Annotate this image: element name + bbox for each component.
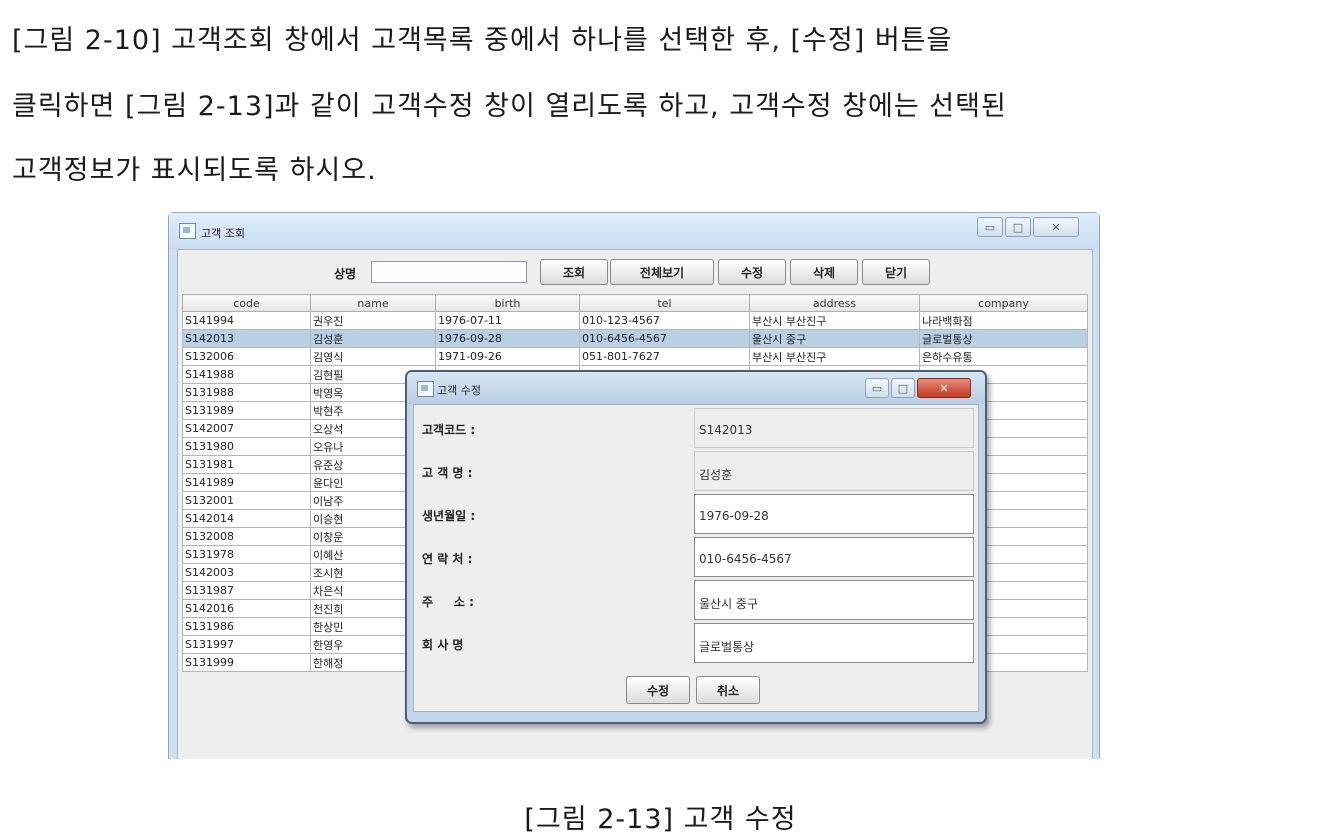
company-field[interactable]: 글로벌통상: [694, 623, 974, 663]
form-row-company: 회 사 명 글로벌통상: [414, 622, 978, 665]
search-name-input[interactable]: [371, 261, 527, 283]
table-cell-code: S141994: [182, 311, 311, 330]
minimize-icon[interactable]: ▭: [977, 217, 1003, 237]
view-all-button[interactable]: 전체보기: [610, 259, 714, 285]
maximize-icon[interactable]: □: [891, 378, 915, 398]
table-cell-code: S141988: [182, 365, 311, 384]
close-button[interactable]: 닫기: [862, 259, 930, 285]
table-cell-code: S131989: [182, 401, 311, 420]
phone-label: 연 락 처 :: [422, 552, 473, 566]
table-cell-code: S131987: [182, 581, 311, 600]
minimize-icon[interactable]: ▭: [865, 378, 889, 398]
java-app-icon: [179, 223, 196, 239]
column-header-address[interactable]: address: [749, 294, 920, 312]
instruction-line-2: 클릭하면 [그림 2-13]과 같이 고객수정 창이 열리도록 하고, 고객수정…: [12, 91, 1007, 122]
table-cell-address: 울산시 중구: [749, 329, 920, 348]
table-cell-code: S142013: [182, 329, 311, 348]
edit-form: 고객코드 : S142013 고 객 명 : 김성훈 생년월일 : 1976-0…: [413, 404, 979, 712]
table-cell-code: S131986: [182, 617, 311, 636]
edit-dialog-title: 고객 수정: [437, 384, 481, 397]
table-cell-code: S132006: [182, 347, 311, 366]
search-name-label: 상명: [334, 267, 357, 281]
customer-code-field: S142013: [694, 408, 974, 448]
form-row-birth: 생년월일 : 1976-09-28: [414, 493, 978, 536]
close-icon[interactable]: ✕: [917, 378, 971, 398]
company-label: 회 사 명: [422, 638, 464, 652]
instruction-line-3: 고객정보가 표시되도록 하시오.: [12, 155, 377, 186]
customer-name-field: 김성훈: [694, 451, 974, 491]
table-cell-code: S131988: [182, 383, 311, 402]
table-cell-birth: 1971-09-26: [435, 347, 580, 366]
java-app-icon: [417, 381, 434, 397]
edit-button[interactable]: 수정: [718, 259, 786, 285]
customer-code-label: 고객코드 :: [422, 423, 476, 437]
column-header-company[interactable]: company: [919, 294, 1088, 312]
table-cell-code: S131997: [182, 635, 311, 654]
table-cell-code: S131978: [182, 545, 311, 564]
table-header: code name birth tel address company: [182, 294, 1088, 312]
table-cell-tel: 010-123-4567: [579, 311, 750, 330]
address-label: 주 소 :: [422, 595, 474, 609]
table-cell-company: 은하수유통: [919, 347, 1088, 366]
table-cell-code: S142016: [182, 599, 311, 618]
column-header-code[interactable]: code: [182, 294, 311, 312]
address-field[interactable]: 울산시 중구: [694, 580, 974, 620]
table-row[interactable]: S142013 김성훈 1976-09-28 010-6456-4567 울산시 중구 글…: [182, 329, 1088, 348]
table-cell-code: S131999: [182, 653, 311, 672]
lookup-titlebar: 고객 조회 ▭ □ ✕: [169, 213, 1099, 249]
table-row[interactable]: S132006 김영식 1971-09-26 051-801-7627 부산시 부산진구…: [182, 347, 1088, 366]
table-cell-tel: 051-801-7627: [579, 347, 750, 366]
table-cell-code: S142007: [182, 419, 311, 438]
edit-titlebar: 고객 수정 ▭ □ ✕: [407, 372, 985, 404]
table-cell-address: 부산시 부산진구: [749, 311, 920, 330]
table-cell-code: S142014: [182, 509, 311, 528]
search-button[interactable]: 조회: [540, 259, 608, 285]
table-cell-tel: 010-6456-4567: [579, 329, 750, 348]
birth-date-field[interactable]: 1976-09-28: [694, 494, 974, 534]
form-row-address: 주 소 : 울산시 중구: [414, 579, 978, 622]
table-cell-code: S141989: [182, 473, 311, 492]
table-row[interactable]: S141994 권우진 1976-07-11 010-123-4567 부산시 부산진구…: [182, 311, 1088, 330]
column-header-name[interactable]: name: [310, 294, 436, 312]
table-cell-company: 나라백화점: [919, 311, 1088, 330]
form-row-code: 고객코드 : S142013: [414, 407, 978, 450]
column-header-tel[interactable]: tel: [579, 294, 750, 312]
table-cell-name: 김성훈: [310, 329, 436, 348]
birth-date-label: 생년월일 :: [422, 509, 476, 523]
table-cell-code: S131981: [182, 455, 311, 474]
table-cell-code: S132001: [182, 491, 311, 510]
table-cell-company: 글로벌통상: [919, 329, 1088, 348]
maximize-icon[interactable]: □: [1005, 217, 1031, 237]
column-header-birth[interactable]: birth: [435, 294, 580, 312]
close-icon[interactable]: ✕: [1033, 217, 1079, 237]
instruction-line-1: [그림 2-10] 고객조회 창에서 고객목록 중에서 하나를 선택한 후, […: [12, 25, 953, 56]
form-row-name: 고 객 명 : 김성훈: [414, 450, 978, 493]
customer-edit-dialog: 고객 수정 ▭ □ ✕ 고객코드 : S142013 고 객 명 : 김성훈 생…: [405, 370, 987, 724]
table-cell-code: S132008: [182, 527, 311, 546]
lookup-window-title: 고객 조회: [201, 227, 245, 240]
delete-button[interactable]: 삭제: [790, 259, 858, 285]
customer-name-label: 고 객 명 :: [422, 466, 473, 480]
form-row-tel: 연 락 처 : 010-6456-4567: [414, 536, 978, 579]
table-cell-name: 김영식: [310, 347, 436, 366]
save-button[interactable]: 수정: [626, 676, 690, 704]
table-cell-birth: 1976-07-11: [435, 311, 580, 330]
table-cell-address: 부산시 부산진구: [749, 347, 920, 366]
phone-field[interactable]: 010-6456-4567: [694, 537, 974, 577]
table-cell-birth: 1976-09-28: [435, 329, 580, 348]
table-cell-code: S131980: [182, 437, 311, 456]
table-cell-code: S142003: [182, 563, 311, 582]
cancel-button[interactable]: 취소: [696, 676, 760, 704]
table-cell-name: 권우진: [310, 311, 436, 330]
figure-caption: [그림 2-13] 고객 수정: [524, 804, 797, 835]
